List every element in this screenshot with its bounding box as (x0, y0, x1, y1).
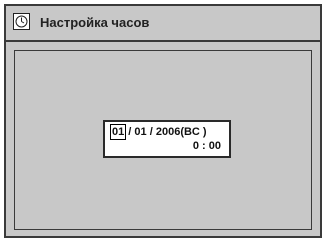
page-title: Настройка часов (40, 15, 150, 30)
day-field[interactable]: 01 (134, 126, 146, 138)
month-field[interactable]: 01 (109, 124, 127, 140)
content-panel: 01 / 01 / 2006(BC ) 0 : 00 (14, 50, 312, 230)
date-time-field[interactable]: 01 / 01 / 2006(BC ) 0 : 00 (103, 120, 231, 158)
clock-setup-dialog: Настройка часов 01 / 01 / 2006(BC ) 0 : … (4, 4, 322, 238)
time-field[interactable]: 0 : 00 (193, 139, 221, 153)
date-row: 01 / 01 / 2006(BC ) (109, 124, 207, 140)
title-bar: Настройка часов (6, 6, 320, 42)
date-separator: / (146, 126, 156, 138)
year-field[interactable]: 2006(BC ) (156, 126, 207, 138)
clock-icon (13, 13, 30, 30)
